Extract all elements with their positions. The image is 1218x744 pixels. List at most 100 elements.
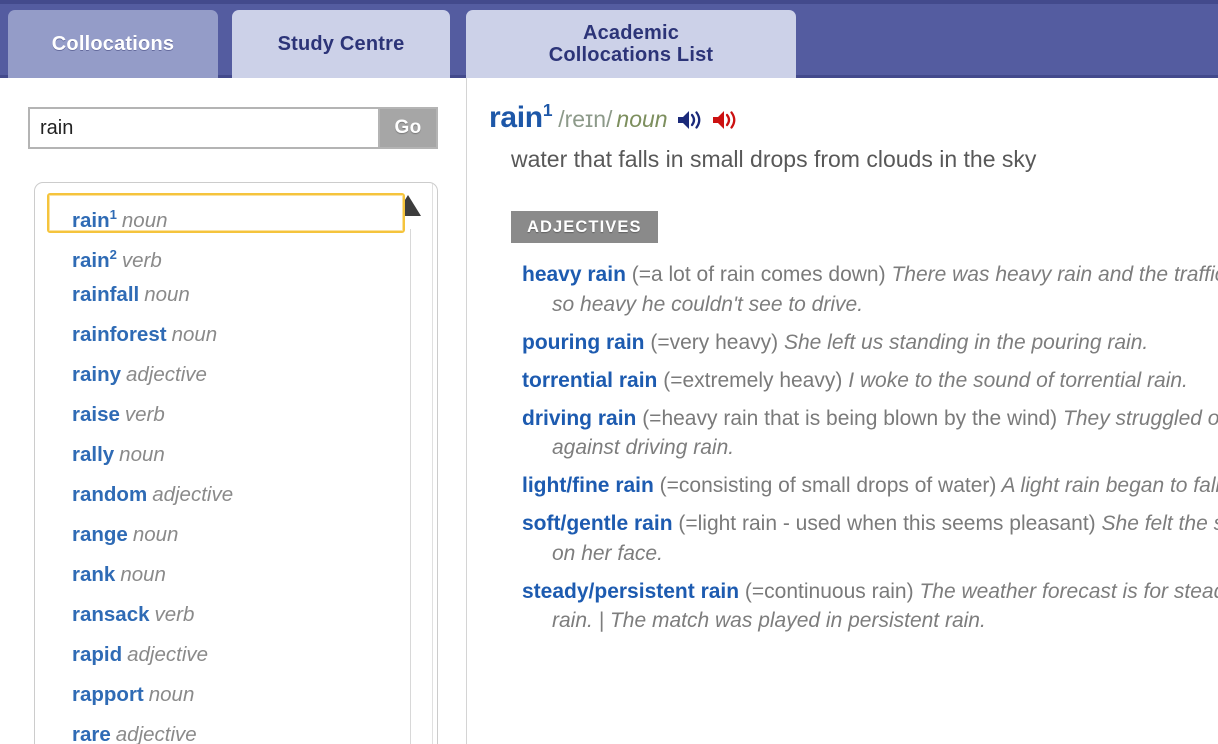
- wordlist-item-pos: adjective: [115, 723, 197, 744]
- wordlist-item-pos: noun: [119, 443, 165, 466]
- collocation-term: light/fine rain: [522, 474, 654, 498]
- collocation-term: heavy rain: [522, 263, 626, 287]
- wordlist-item-pos: noun: [171, 323, 218, 346]
- entry-pos: noun: [616, 106, 668, 132]
- collocation-entry[interactable]: light/fine rain (=consisting of small dr…: [522, 466, 1218, 504]
- left-pane: Go rain1nounrain2verbrainfallnounrainfor…: [0, 78, 466, 744]
- collocation-term: driving rain: [522, 406, 637, 430]
- tab-academic-collocations-list[interactable]: Academic Collocations List: [466, 10, 796, 78]
- wordlist-item-word: random: [72, 483, 148, 506]
- entry-phonetic: /reɪn/: [558, 106, 613, 132]
- wordlist-item[interactable]: random adjective: [47, 473, 405, 513]
- collocation-example: She felt the soft rain: [1101, 511, 1218, 535]
- collocation-example: A light rain began to fall.: [996, 474, 1218, 498]
- entry-headword: rain1: [489, 100, 553, 134]
- wordlist-item[interactable]: rain1 noun: [47, 193, 405, 233]
- entry-headword-text: rain: [489, 101, 543, 134]
- collocation-example-continuation: rain. | The match was played in persiste…: [552, 609, 986, 633]
- wordlist-item-word: rapid: [72, 643, 123, 666]
- collocation-term: soft/gentle rain: [522, 511, 673, 535]
- wordlist-item[interactable]: ransack verb: [47, 593, 405, 633]
- wordlist-item-pos: adjective: [127, 643, 209, 666]
- collocation-example-continuation: against driving rain.: [552, 436, 735, 460]
- collocation-entry[interactable]: torrential rain (=extremely heavy) I wok…: [522, 361, 1218, 399]
- headword-line: rain1/reɪn/noun: [489, 100, 1218, 136]
- collocation-term: torrential rain: [522, 368, 658, 392]
- tab-academic-collocations-list-label: Academic Collocations List: [548, 21, 714, 66]
- entry-definition: water that falls in small drops from clo…: [511, 146, 1037, 173]
- wordlist-item[interactable]: rainfall noun: [47, 273, 405, 313]
- collocation-gloss: (=extremely heavy): [657, 368, 843, 392]
- collocation-entry[interactable]: heavy rain (=a lot of rain comes down) T…: [522, 255, 1218, 323]
- wordlist-item-pos: verb: [121, 248, 162, 272]
- collocation-gloss: (=very heavy): [644, 330, 779, 354]
- wordlist-item-superscript: 1: [109, 207, 117, 222]
- tab-collocations[interactable]: Collocations: [8, 10, 218, 78]
- collocation-gloss: (=heavy rain that is being blown by the …: [636, 406, 1058, 430]
- collocation-example: They struggled on: [1057, 406, 1218, 430]
- wordlist-item[interactable]: rainforest noun: [47, 313, 405, 353]
- wordlist-item[interactable]: rainy adjective: [47, 353, 405, 393]
- entry-headword-superscript: 1: [542, 100, 553, 120]
- wordlist-item-word: rainfall: [72, 283, 140, 306]
- wordlist-item-pos: noun: [132, 523, 179, 546]
- tab-study-centre-label: Study Centre: [277, 32, 405, 55]
- collocation-term: steady/persistent rain: [522, 579, 740, 603]
- collocation-example: I woke to the sound of torrential rain.: [842, 368, 1188, 392]
- collocation-entry[interactable]: steady/persistent rain (=continuous rain…: [522, 572, 1218, 640]
- wordlist-item[interactable]: rapid adjective: [47, 633, 405, 673]
- collocation-gloss: (=a lot of rain comes down): [625, 263, 886, 287]
- tab-study-centre[interactable]: Study Centre: [232, 10, 450, 78]
- search-bar: Go: [28, 107, 438, 149]
- wordlist-item[interactable]: rank noun: [47, 553, 405, 593]
- dictionary-entry: rain1/reɪn/noun water that falls in smal…: [489, 100, 1218, 639]
- wordlist-item-word: ransack: [72, 603, 150, 626]
- wordlist-item-pos: noun: [144, 283, 190, 306]
- tabs-row: Collocations Study Centre Academic Colloc…: [0, 4, 1218, 78]
- speaker-icon-american[interactable]: [712, 109, 738, 136]
- tab-bar: Collocations Study Centre Academic Colloc…: [0, 0, 1218, 78]
- collocation-gloss: (=continuous rain): [739, 579, 914, 603]
- wordlist-item-pos: noun: [121, 208, 168, 232]
- wordlist-item[interactable]: rare adjective: [47, 713, 405, 744]
- wordlist-item-superscript: 2: [109, 247, 117, 262]
- search-input[interactable]: [30, 109, 378, 147]
- wordlist-item-word: rainforest: [72, 323, 167, 346]
- wordlist-item-pos: adjective: [152, 483, 234, 506]
- wordlist-item[interactable]: rapport noun: [47, 673, 405, 713]
- wordlist-item-word: rainy: [72, 363, 121, 386]
- speaker-icon-british[interactable]: [677, 109, 703, 136]
- collocation-gloss: (=light rain - used when this seems plea…: [672, 511, 1096, 535]
- application-window: Collocations Study Centre Academic Colloc…: [0, 0, 1218, 744]
- collocation-entry[interactable]: pouring rain (=very heavy) She left us s…: [522, 323, 1218, 361]
- wordlist-panel: rain1 noun rain2 verb rainfall noun rainforest…: [34, 182, 438, 744]
- wordlist-item-pos: noun: [148, 683, 195, 706]
- section-header: ADJECTIVES: [511, 211, 658, 244]
- wordlist-item[interactable]: rain2 verb: [47, 233, 405, 273]
- go-button[interactable]: Go: [378, 109, 436, 147]
- collocation-example-continuation: on her face.: [552, 541, 663, 565]
- collocation-term: pouring rain: [522, 330, 645, 354]
- entry-sections: ADJECTIVES heavy rain (=a lot of rain com…: [489, 173, 1218, 639]
- collocation-example: There was heavy rain and the traffic was: [891, 263, 1218, 287]
- wordlist-item[interactable]: range noun: [47, 513, 405, 553]
- wordlist-item-pos: verb: [154, 603, 195, 626]
- wordlist-item-word: rain1: [72, 207, 117, 232]
- wordlist-item-pos: verb: [124, 403, 165, 426]
- collocation-gloss: (=consisting of small drops of water): [653, 474, 997, 498]
- wordlist-item-pos: adjective: [126, 363, 207, 386]
- collocation-example-continuation: so heavy he couldn't see to drive.: [552, 293, 864, 317]
- wordlist-item-word: rain2: [72, 247, 117, 272]
- collocation-entry[interactable]: soft/gentle rain (=light rain - used whe…: [522, 504, 1218, 572]
- collocation-entry[interactable]: driving rain (=heavy rain that is being …: [522, 399, 1218, 467]
- wordlist-item-pos: noun: [120, 563, 166, 586]
- collocation-example: The weather forecast is for steady: [913, 579, 1218, 603]
- wordlist-item[interactable]: rally noun: [47, 433, 405, 473]
- wordlist-item-word: rally: [72, 443, 115, 466]
- wordlist-item[interactable]: raise verb: [47, 393, 405, 433]
- wordlist-item-word: rare: [72, 723, 111, 744]
- wordlist: rain1 noun rain2 verb rainfall noun rainforest…: [35, 193, 437, 744]
- tab-collocations-label: Collocations: [51, 32, 175, 55]
- right-pane: rain1/reɪn/noun water that falls in smal…: [467, 78, 1218, 744]
- main-content: Go rain1nounrain2verbrainfallnounrainfor…: [0, 78, 1218, 744]
